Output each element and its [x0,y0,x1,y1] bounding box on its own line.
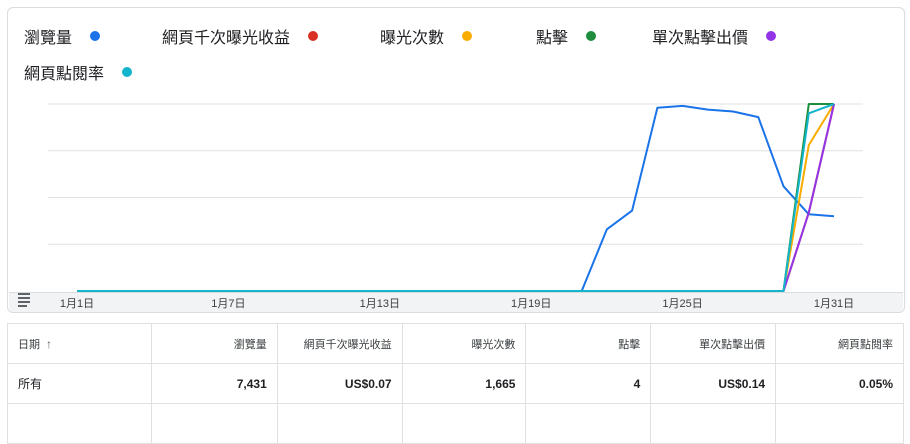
x-tick-label: 1月13日 [359,298,400,310]
cell-impressions: 1,665 [401,363,527,404]
x-tick-label: 1月19日 [511,298,552,310]
column-header-page-rpm[interactable]: 網頁千次曝光收益 [276,323,403,364]
cell-page-rpm: US$0.07 [276,363,403,404]
column-header-cpc[interactable]: 單次點擊出價 [650,323,777,364]
column-header-date[interactable]: 日期 ↑ [7,323,152,364]
data-table: 日期 ↑ 瀏覽量 網頁千次曝光收益 曝光次數 點擊 單次點擊出價 網頁點閱率 所有… [7,323,904,444]
column-header-impressions[interactable]: 曝光次數 [401,323,527,364]
cell-pageviews: 7,431 [150,363,278,404]
column-header-page-ctr[interactable]: 網頁點閱率 [775,323,904,364]
x-tick-label: 1月7日 [211,298,246,310]
table-row: 所有 7,431 US$0.07 1,665 4 US$0.14 0.05% [7,363,904,404]
cell-clicks: 4 [525,363,652,404]
x-tick-label: 1月31日 [813,298,855,310]
cell-cpc: US$0.14 [650,363,777,404]
x-tick-label: 1月1日 [59,298,95,310]
table-header-row: 日期 ↑ 瀏覽量 網頁千次曝光收益 曝光次數 點擊 單次點擊出價 網頁點閱率 [7,323,904,364]
x-tick-label: 1月25日 [662,298,703,310]
table-view-icon[interactable] [18,293,34,307]
chart-card: 瀏覽量 網頁千次曝光收益 曝光次數 點擊 單次點擊出價 網頁點閱率 1月1日 1月7日 1月1… [7,7,905,313]
cell-date: 所有 [7,363,152,404]
series-line-0 [77,104,835,292]
sort-ascending-icon[interactable]: ↑ [46,337,52,351]
column-header-clicks[interactable]: 點擊 [525,323,652,364]
x-axis-bar [9,292,903,312]
cell-page-ctr: 0.05% [775,363,904,404]
column-header-pageviews[interactable]: 瀏覽量 [150,323,278,364]
line-chart [48,103,863,292]
